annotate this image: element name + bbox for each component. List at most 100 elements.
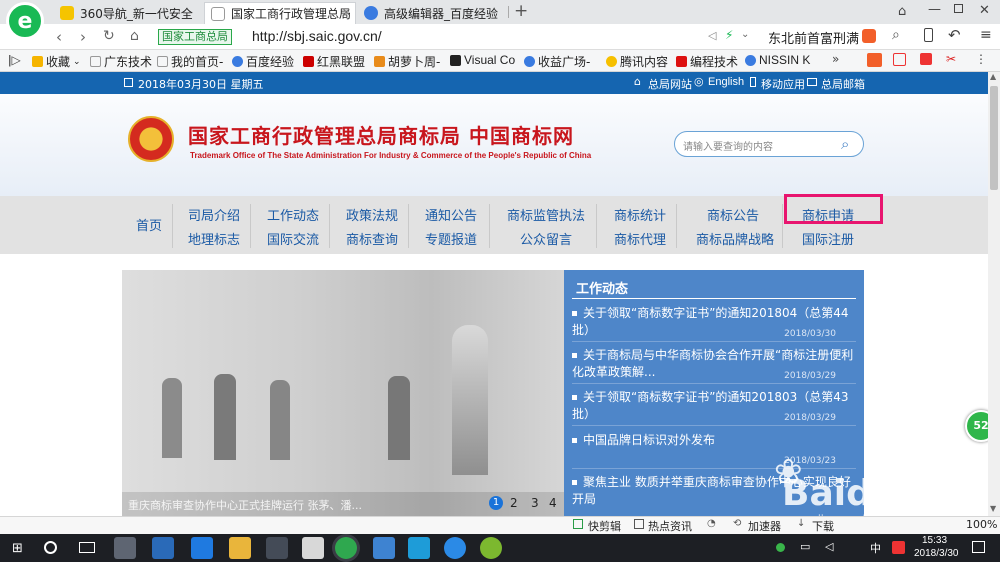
close-icon[interactable]: ✕ bbox=[342, 6, 351, 19]
news-title[interactable]: 工作动态 bbox=[576, 278, 628, 297]
refresh-icon[interactable]: ↻ bbox=[103, 28, 115, 44]
folder-icon[interactable] bbox=[229, 537, 251, 559]
nav-brand-strategy[interactable]: 商标品牌战略 bbox=[696, 229, 774, 248]
browser-logo-icon[interactable]: e bbox=[6, 2, 44, 40]
screen-icon[interactable] bbox=[408, 537, 430, 559]
ime-indicator[interactable]: 中 bbox=[870, 540, 881, 556]
scissors-icon[interactable]: ✂ bbox=[946, 52, 956, 66]
nav-intl-registration[interactable]: 国际注册 bbox=[802, 229, 854, 248]
slider-page-3[interactable]: 3 bbox=[531, 496, 539, 510]
edge-icon[interactable] bbox=[191, 537, 213, 559]
status-download[interactable]: 下载 bbox=[812, 518, 834, 534]
green-app-icon[interactable] bbox=[480, 537, 502, 559]
search-box[interactable]: 东北前首富刑满 bbox=[768, 28, 859, 47]
fan-icon[interactable] bbox=[114, 537, 136, 559]
scroll-up-icon[interactable]: ▲ bbox=[990, 72, 996, 81]
nav-messages[interactable]: 公众留言 bbox=[520, 229, 572, 248]
scroll-thumb[interactable] bbox=[990, 86, 998, 190]
slider-page-1[interactable]: 1 bbox=[489, 496, 503, 510]
back-icon[interactable]: ‹ bbox=[56, 28, 62, 46]
url-input[interactable]: http://sbj.saic.gov.cn/ bbox=[252, 28, 382, 44]
bookmark-item[interactable]: 广东技术 bbox=[90, 53, 152, 70]
nav-notices[interactable]: 通知公告 bbox=[425, 205, 477, 224]
gauge-icon[interactable]: ◔ bbox=[707, 518, 716, 529]
bookmark-item[interactable]: 胡萝卜周- bbox=[374, 53, 440, 70]
undo-icon[interactable]: ↶ bbox=[948, 26, 961, 44]
bolt-icon[interactable]: ⚡ bbox=[725, 28, 733, 42]
site-search-box[interactable]: 请输入要查询的内容 ⌕ bbox=[674, 131, 864, 157]
bookmark-item[interactable]: 收藏 ⌄ bbox=[32, 53, 81, 70]
status-hot-news[interactable]: 热点资讯 bbox=[648, 518, 692, 534]
sync-icon[interactable]: ⟲ bbox=[733, 518, 741, 529]
phone-icon[interactable] bbox=[924, 28, 933, 42]
top-link-headquarters[interactable]: 总局网站 bbox=[648, 76, 692, 92]
bookmark-item[interactable]: Visual Co bbox=[450, 53, 515, 67]
bookmark-item[interactable]: 编程技术 bbox=[676, 53, 738, 70]
search-icon[interactable]: ⌕ bbox=[841, 135, 849, 153]
puzzle-icon[interactable] bbox=[920, 53, 932, 65]
slider-page-4[interactable]: 4 bbox=[549, 496, 557, 510]
volume-icon[interactable]: ◁ bbox=[825, 540, 833, 553]
tab-saic[interactable]: 国家工商行政管理总局 ✕ bbox=[204, 2, 356, 24]
laptop-icon[interactable] bbox=[373, 537, 395, 559]
close-window-icon[interactable]: ✕ bbox=[979, 3, 990, 18]
top-link-mobile[interactable]: 移动应用 bbox=[761, 76, 805, 92]
store-icon[interactable] bbox=[266, 537, 288, 559]
clip-icon[interactable] bbox=[573, 519, 583, 529]
bookmarks-more[interactable]: » bbox=[832, 52, 839, 66]
nav-policy[interactable]: 政策法规 bbox=[346, 205, 398, 224]
tab-baidu-editor[interactable]: 高级编辑器_百度经验 bbox=[358, 2, 506, 24]
bookmark-item[interactable]: 我的首页- bbox=[157, 53, 223, 70]
gift-icon[interactable] bbox=[893, 53, 906, 66]
nav-work-news[interactable]: 工作动态 bbox=[267, 205, 319, 224]
national-emblem-icon[interactable] bbox=[128, 116, 174, 162]
minimize-icon[interactable]: — bbox=[928, 2, 941, 17]
bookmark-item[interactable]: 收益广场- bbox=[524, 53, 590, 70]
mail-icon[interactable] bbox=[302, 537, 324, 559]
bookmark-item[interactable]: 红黑联盟 bbox=[303, 53, 365, 70]
nav-about[interactable]: 司局介绍 bbox=[188, 205, 240, 224]
shirt-icon[interactable]: ⌂ bbox=[898, 4, 906, 19]
notification-icon[interactable] bbox=[972, 541, 985, 553]
menu-icon[interactable]: ≡ bbox=[980, 27, 992, 43]
nav-announcement[interactable]: 商标公告 bbox=[707, 205, 759, 224]
network-icon[interactable]: ▭ bbox=[800, 540, 810, 553]
baidu-netdisk-icon[interactable] bbox=[444, 537, 466, 559]
clock-date[interactable]: 2018/3/30 bbox=[914, 548, 959, 559]
nav-enforcement[interactable]: 商标监管执法 bbox=[507, 205, 585, 224]
tv-icon[interactable] bbox=[867, 53, 882, 67]
vertical-scrollbar[interactable]: ▲ ▼ bbox=[988, 72, 1000, 516]
nav-tm-search[interactable]: 商标查询 bbox=[346, 229, 398, 248]
nav-tm-apply[interactable]: 商标申请 bbox=[802, 205, 854, 224]
ie-icon[interactable] bbox=[152, 537, 174, 559]
sogou-icon[interactable] bbox=[892, 541, 905, 554]
search-engine-icon[interactable] bbox=[862, 29, 876, 43]
clock-time[interactable]: 15:33 bbox=[922, 535, 947, 546]
status-quickclip[interactable]: 快剪辑 bbox=[588, 518, 621, 534]
news-item[interactable]: 聚焦主业 数质并举重庆商标审查协作中心实现良好开局 bbox=[572, 474, 856, 508]
nav-reports[interactable]: 专题报道 bbox=[425, 229, 477, 248]
news-item[interactable]: 中国品牌日标识对外发布 bbox=[572, 432, 856, 449]
home-icon[interactable]: ⌂ bbox=[130, 28, 139, 44]
top-link-mail[interactable]: 总局邮箱 bbox=[821, 76, 865, 92]
nav-international[interactable]: 国际交流 bbox=[267, 229, 319, 248]
search-icon[interactable]: ⌕ bbox=[892, 27, 900, 43]
grid-icon[interactable] bbox=[634, 519, 644, 529]
360-browser-icon[interactable] bbox=[335, 537, 357, 559]
top-link-english[interactable]: English bbox=[708, 76, 744, 88]
task-view-icon[interactable] bbox=[79, 542, 95, 553]
bookmark-item[interactable]: NISSIN K bbox=[745, 53, 810, 67]
windows-start-icon[interactable]: ⊞ bbox=[12, 541, 23, 556]
dropdown-icon[interactable]: ⌄ bbox=[741, 29, 749, 40]
slider-caption[interactable]: 重庆商标审查协作中心正式挂牌运行 张茅、潘... bbox=[128, 497, 362, 513]
status-accelerator[interactable]: 加速器 bbox=[748, 518, 781, 534]
nav-statistics[interactable]: 商标统计 bbox=[614, 205, 666, 224]
cortana-icon[interactable] bbox=[44, 541, 57, 554]
share-icon[interactable]: ◁ bbox=[708, 29, 716, 42]
slider-page-2[interactable]: 2 bbox=[510, 496, 518, 510]
forward-icon[interactable]: › bbox=[80, 28, 86, 46]
download-icon[interactable]: ↓ bbox=[797, 518, 805, 529]
sidebar-toggle-icon[interactable]: ǀ▷ bbox=[8, 53, 21, 67]
status-zoom[interactable]: 100% bbox=[966, 518, 997, 531]
nav-home[interactable]: 首页 bbox=[136, 215, 162, 234]
